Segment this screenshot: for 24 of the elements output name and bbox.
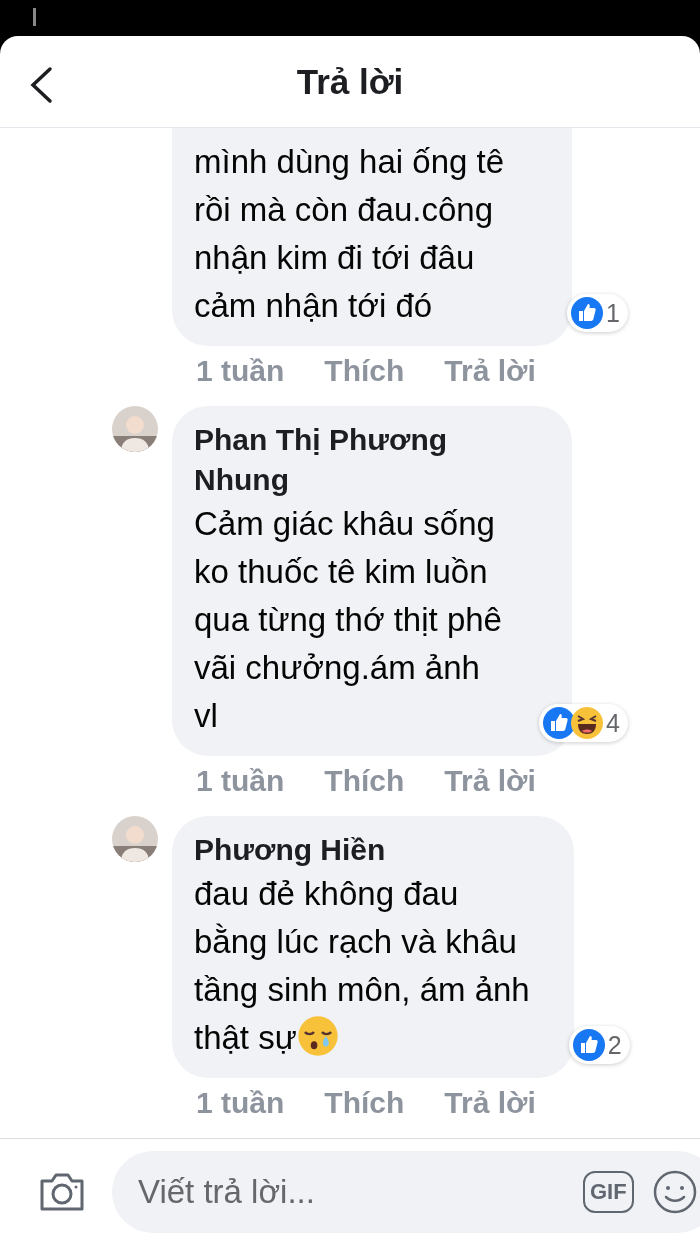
comment-text: đau đẻ không đau bằng lúc rạch và khâu tầng sinh môn, ám ảnh thật sự	[194, 874, 530, 1059]
page-title: Trả lời	[296, 61, 404, 102]
reaction-badge[interactable]: 4	[539, 704, 628, 742]
reply-link[interactable]: Trả lời	[444, 1086, 536, 1120]
status-indicator	[33, 8, 36, 26]
emoji-button[interactable]	[651, 1168, 698, 1215]
reaction-badge[interactable]: 2	[568, 1026, 630, 1064]
comment-text: mình dùng hai ống tê rồi mà còn đau.công nhận kim đi tới đâu cảm nhận tới đó	[194, 142, 506, 326]
gif-button[interactable]: GIF	[583, 1170, 634, 1213]
reply-field[interactable]: Viết trả lời... GIF	[112, 1150, 700, 1233]
like-link[interactable]: Thích	[324, 1086, 405, 1120]
comment-time: 1 tuần	[196, 1086, 285, 1120]
back-icon	[28, 66, 54, 104]
comment-time: 1 tuần	[196, 764, 285, 798]
comment-author[interactable]: Phan Thị Phương Nhung	[194, 420, 494, 500]
reply-link[interactable]: Trả lời	[444, 764, 536, 798]
reply-link[interactable]: Trả lời	[444, 354, 536, 388]
comment-time: 1 tuần	[196, 354, 285, 388]
like-link[interactable]: Thích	[324, 764, 405, 798]
like-link[interactable]: Thích	[324, 354, 405, 388]
comment-text: Cảm giác khâu sống ko thuốc tê kim luồn qua từng thớ thịt phê vãi chưởng.ám ảnh vl	[194, 504, 503, 736]
smiley-icon	[651, 1168, 698, 1215]
reaction-badge[interactable]: 1	[567, 294, 628, 332]
comment-author[interactable]: Phương Hiền	[194, 830, 494, 870]
